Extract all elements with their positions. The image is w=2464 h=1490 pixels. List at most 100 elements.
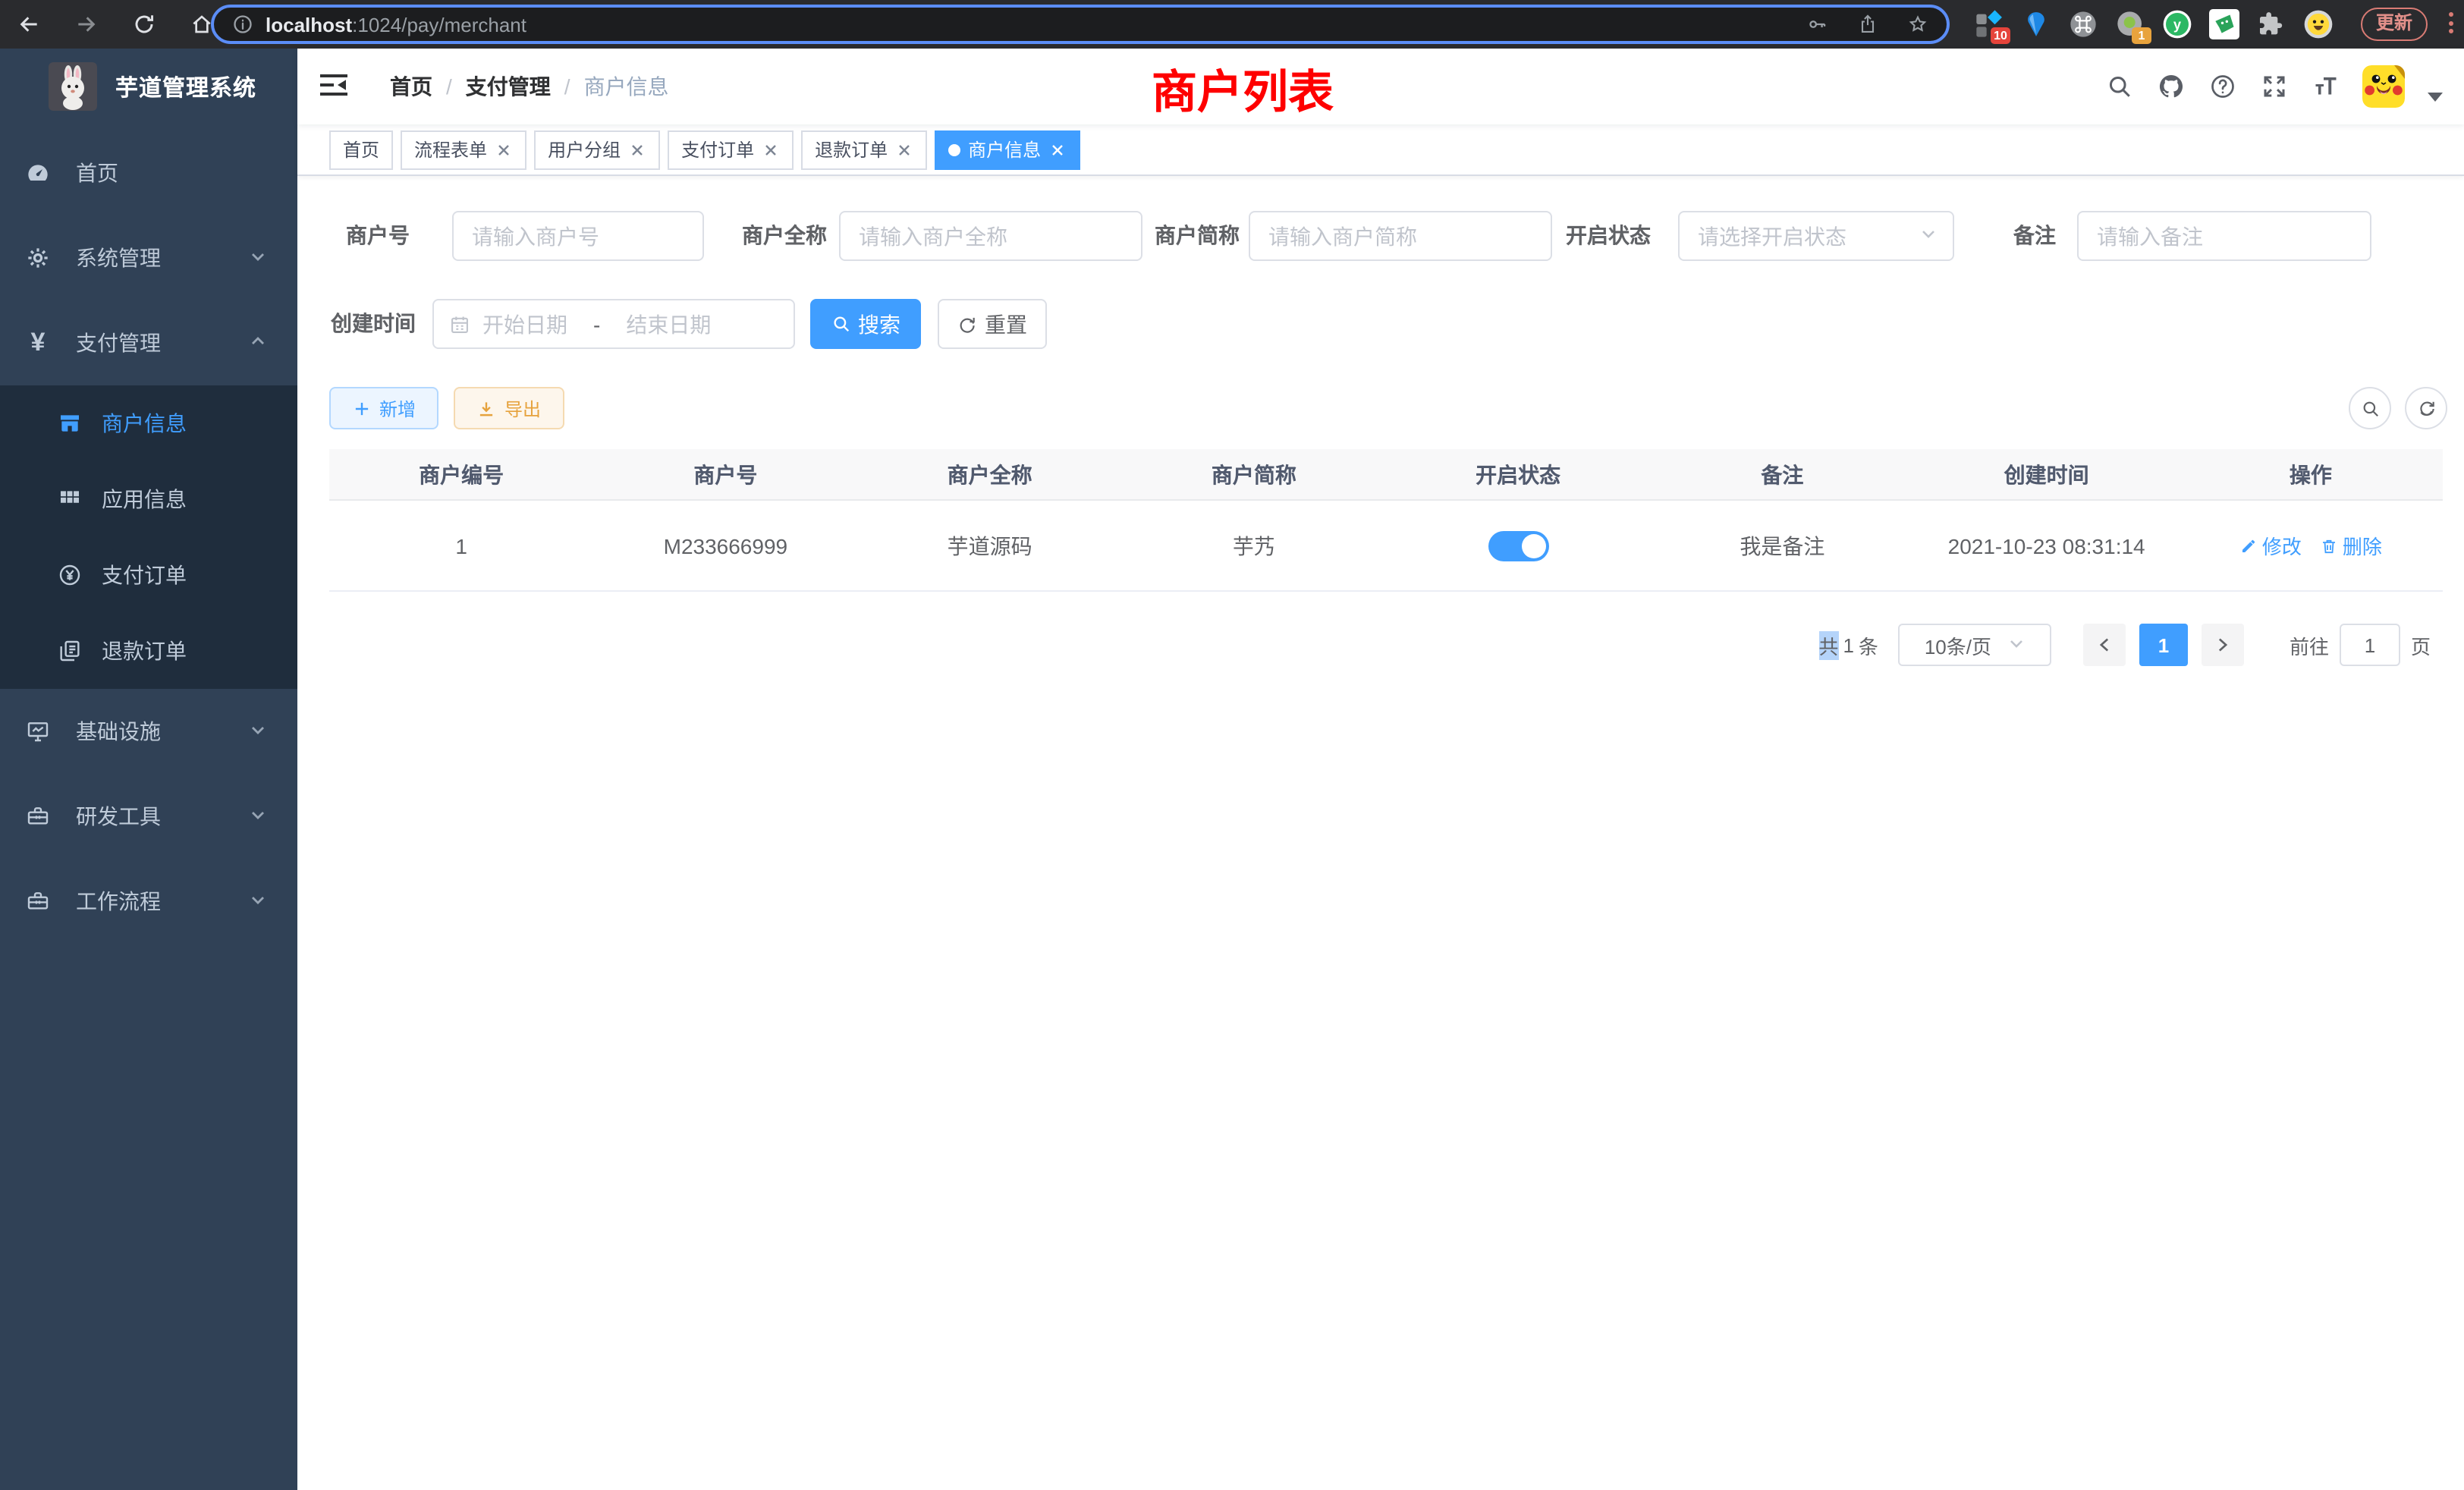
sidebar-item-system[interactable]: 系统管理 xyxy=(0,215,297,300)
github-icon[interactable] xyxy=(2156,72,2185,101)
fullscreen-icon[interactable] xyxy=(2259,72,2288,101)
search-icon[interactable] xyxy=(2104,72,2133,101)
font-size-icon[interactable] xyxy=(2311,72,2340,101)
delete-link[interactable]: 删除 xyxy=(2320,531,2382,560)
browser-forward-icon[interactable] xyxy=(71,9,102,39)
chevron-down-icon xyxy=(2007,633,2025,656)
search-button[interactable]: 搜索 xyxy=(810,299,921,349)
goto-page-input[interactable] xyxy=(2340,624,2400,666)
refresh-table-button[interactable] xyxy=(2405,387,2447,429)
sidebar-item-workflow[interactable]: 工作流程 xyxy=(0,859,297,944)
circled-yen-icon xyxy=(58,563,82,587)
breadcrumb-separator: / xyxy=(564,74,570,99)
edit-link[interactable]: 修改 xyxy=(2239,531,2302,560)
tab-label: 流程表单 xyxy=(414,137,487,162)
reset-button[interactable]: 重置 xyxy=(938,299,1047,349)
sidebar-item-dev-tools[interactable]: 研发工具 xyxy=(0,774,297,859)
prev-page-button[interactable] xyxy=(2083,624,2126,666)
browser-menu-icon[interactable] xyxy=(2449,12,2453,33)
page-number-1[interactable]: 1 xyxy=(2139,624,2188,666)
sidebar: 芋道管理系统 首页 系统管理 ¥ 支付管理 xyxy=(0,49,297,1490)
close-icon[interactable] xyxy=(762,140,780,159)
next-page-button[interactable] xyxy=(2202,624,2244,666)
pagination: 共 1 条 10条/页 1 前往 页 xyxy=(1818,624,2431,666)
sidebar-item-pay-orders[interactable]: 支付订单 xyxy=(0,537,297,613)
close-icon[interactable] xyxy=(1048,140,1067,159)
cell-short-name: 芋艿 xyxy=(1122,501,1386,590)
close-icon[interactable] xyxy=(628,140,646,159)
tab-process-form[interactable]: 流程表单 xyxy=(401,130,526,169)
export-button[interactable]: 导出 xyxy=(454,387,564,429)
reset-button-label: 重置 xyxy=(985,309,1027,339)
col-header: 商户简称 xyxy=(1122,449,1386,499)
share-icon[interactable] xyxy=(1857,14,1878,35)
extension-command-icon[interactable] xyxy=(2068,9,2098,39)
extension-badge: 1 xyxy=(2132,27,2151,44)
yen-icon: ¥ xyxy=(26,331,50,355)
site-info-icon[interactable] xyxy=(232,14,253,35)
status-toggle[interactable] xyxy=(1488,530,1548,561)
profile-emoji-avatar[interactable] xyxy=(2303,9,2334,39)
sidebar-item-label: 应用信息 xyxy=(102,484,187,514)
close-icon[interactable] xyxy=(895,140,913,159)
tab-home[interactable]: 首页 xyxy=(329,130,393,169)
sidebar-item-refund-orders[interactable]: 退款订单 xyxy=(0,613,297,689)
add-button[interactable]: 新增 xyxy=(329,387,438,429)
bookmark-star-icon[interactable] xyxy=(1907,14,1928,35)
tags-view-bar: 首页 流程表单 用户分组 支付订单 退款订单 xyxy=(297,124,2464,176)
extension-blocks-icon[interactable]: 10 xyxy=(1974,9,2004,39)
extension-dot-icon[interactable]: 1 xyxy=(2115,9,2145,39)
sidebar-fold-icon[interactable] xyxy=(320,74,350,99)
pencil-icon xyxy=(2239,536,2258,555)
merchant-name-input[interactable] xyxy=(839,211,1142,261)
date-separator: - xyxy=(593,312,600,336)
merchant-name-label: 商户全称 xyxy=(724,211,827,261)
sidebar-item-infrastructure[interactable]: 基础设施 xyxy=(0,689,297,774)
status-select[interactable]: 请选择开启状态 xyxy=(1678,211,1954,261)
active-tab-dot xyxy=(948,143,960,156)
tab-refund-orders[interactable]: 退款订单 xyxy=(801,130,927,169)
extension-yuque-icon[interactable]: y xyxy=(2162,9,2192,39)
chevron-down-icon xyxy=(249,719,267,743)
page-annotation-title: 商户列表 xyxy=(1152,55,1334,121)
sidebar-item-app-info[interactable]: 应用信息 xyxy=(0,461,297,537)
extension-chat-icon[interactable] xyxy=(2209,9,2239,39)
download-icon xyxy=(477,398,497,418)
page-content: 商户号 商户全称 商户简称 开启状态 请选择开启状态 备注 创建时间 开始日期 xyxy=(297,176,2464,1490)
browser-update-button[interactable]: 更新 xyxy=(2361,8,2428,41)
tab-user-group[interactable]: 用户分组 xyxy=(534,130,660,169)
toolbox-icon xyxy=(26,804,50,828)
merchant-no-input[interactable] xyxy=(452,211,704,261)
extensions-puzzle-icon[interactable] xyxy=(2256,9,2286,39)
password-key-icon[interactable] xyxy=(1807,14,1828,35)
total-suffix: 条 xyxy=(1859,630,1878,659)
tab-label: 支付订单 xyxy=(681,137,754,162)
breadcrumb-home[interactable]: 首页 xyxy=(390,71,432,102)
remark-input[interactable] xyxy=(2077,211,2371,261)
chevron-up-icon xyxy=(249,331,267,355)
close-icon[interactable] xyxy=(495,140,513,159)
date-range-picker[interactable]: 开始日期 - 结束日期 xyxy=(432,299,795,349)
help-icon[interactable] xyxy=(2208,72,2236,101)
extension-balloon-icon[interactable] xyxy=(2021,9,2051,39)
show-search-toggle-button[interactable] xyxy=(2349,387,2391,429)
sidebar-item-merchant-info[interactable]: 商户信息 xyxy=(0,385,297,461)
col-header: 商户号 xyxy=(593,449,857,499)
sidebar-logo[interactable]: 芋道管理系统 xyxy=(0,49,297,124)
tab-pay-orders[interactable]: 支付订单 xyxy=(668,130,794,169)
address-bar[interactable]: localhost:1024/pay/merchant xyxy=(211,5,1950,44)
payment-submenu: 商户信息 应用信息 支付订单 退款订单 xyxy=(0,385,297,689)
refresh-icon xyxy=(2416,398,2436,418)
browser-back-icon[interactable] xyxy=(14,9,44,39)
start-date-placeholder: 开始日期 xyxy=(482,309,567,339)
page-size-select[interactable]: 10条/页 xyxy=(1898,624,2051,666)
sidebar-item-payment[interactable]: ¥ 支付管理 xyxy=(0,300,297,385)
merchant-short-input[interactable] xyxy=(1249,211,1552,261)
sidebar-item-home[interactable]: 首页 xyxy=(0,130,297,215)
caret-down-icon[interactable] xyxy=(2428,82,2443,91)
chevron-down-icon xyxy=(249,246,267,270)
user-avatar[interactable] xyxy=(2362,65,2405,108)
breadcrumb-payment[interactable]: 支付管理 xyxy=(466,71,551,102)
tab-merchant-info[interactable]: 商户信息 xyxy=(935,130,1080,169)
browser-reload-icon[interactable] xyxy=(129,9,159,39)
